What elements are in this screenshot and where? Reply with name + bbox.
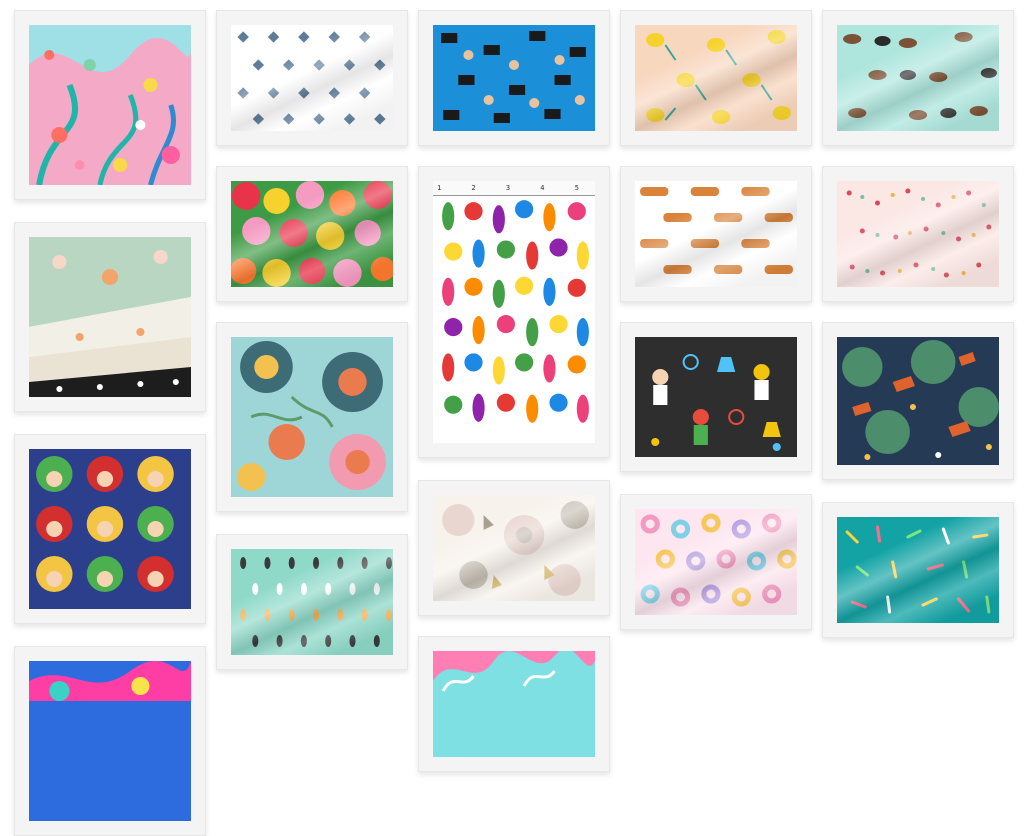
fabric-swatch-image xyxy=(635,509,797,615)
fabric-swatch-image xyxy=(29,25,191,185)
fabric-tile[interactable] xyxy=(418,480,610,616)
fabric-tile[interactable] xyxy=(822,10,1014,146)
fabric-tile[interactable] xyxy=(216,10,408,146)
fabric-swatch-image xyxy=(837,517,999,623)
measurement-ruler: 1 2 3 4 5 6 7 8 xyxy=(433,181,595,196)
fabric-tile[interactable] xyxy=(216,534,408,670)
fabric-tile[interactable] xyxy=(418,10,610,146)
fabric-tile[interactable] xyxy=(620,322,812,472)
fabric-swatch-image xyxy=(231,337,393,497)
fabric-tile[interactable] xyxy=(822,322,1014,480)
fabric-swatch-image xyxy=(231,25,393,131)
fabric-tile[interactable] xyxy=(822,502,1014,638)
fabric-swatch-image xyxy=(635,337,797,457)
fabric-swatch-image xyxy=(433,495,595,601)
fabric-swatch-image xyxy=(231,549,393,655)
fabric-swatch-image: 1 2 3 4 5 6 7 8 xyxy=(433,181,595,443)
fabric-tile[interactable] xyxy=(14,222,206,412)
fabric-tile[interactable] xyxy=(620,494,812,630)
fabric-swatch-image xyxy=(29,237,191,397)
fabric-swatch-image xyxy=(433,651,595,757)
fabric-swatch-image xyxy=(29,449,191,609)
fabric-swatch-image xyxy=(837,337,999,465)
fabric-swatch-image xyxy=(635,25,797,131)
fabric-tile[interactable] xyxy=(14,434,206,624)
fabric-swatch-image xyxy=(635,181,797,287)
fabric-tile[interactable] xyxy=(14,10,206,200)
fabric-tile[interactable] xyxy=(14,646,206,836)
fabric-tile[interactable] xyxy=(216,166,408,302)
fabric-tile[interactable] xyxy=(216,322,408,512)
fabric-tile[interactable] xyxy=(418,636,610,772)
fabric-tile[interactable] xyxy=(620,166,812,302)
fabric-swatch-image xyxy=(231,181,393,287)
fabric-tile[interactable]: 1 2 3 4 5 6 7 8 xyxy=(418,166,610,458)
fabric-tile[interactable] xyxy=(620,10,812,146)
fabric-tile[interactable] xyxy=(822,166,1014,302)
fabric-swatch-image xyxy=(837,25,999,131)
fabric-swatch-image xyxy=(433,25,595,131)
fabric-swatch-image xyxy=(29,661,191,821)
fabric-swatch-image xyxy=(837,181,999,287)
